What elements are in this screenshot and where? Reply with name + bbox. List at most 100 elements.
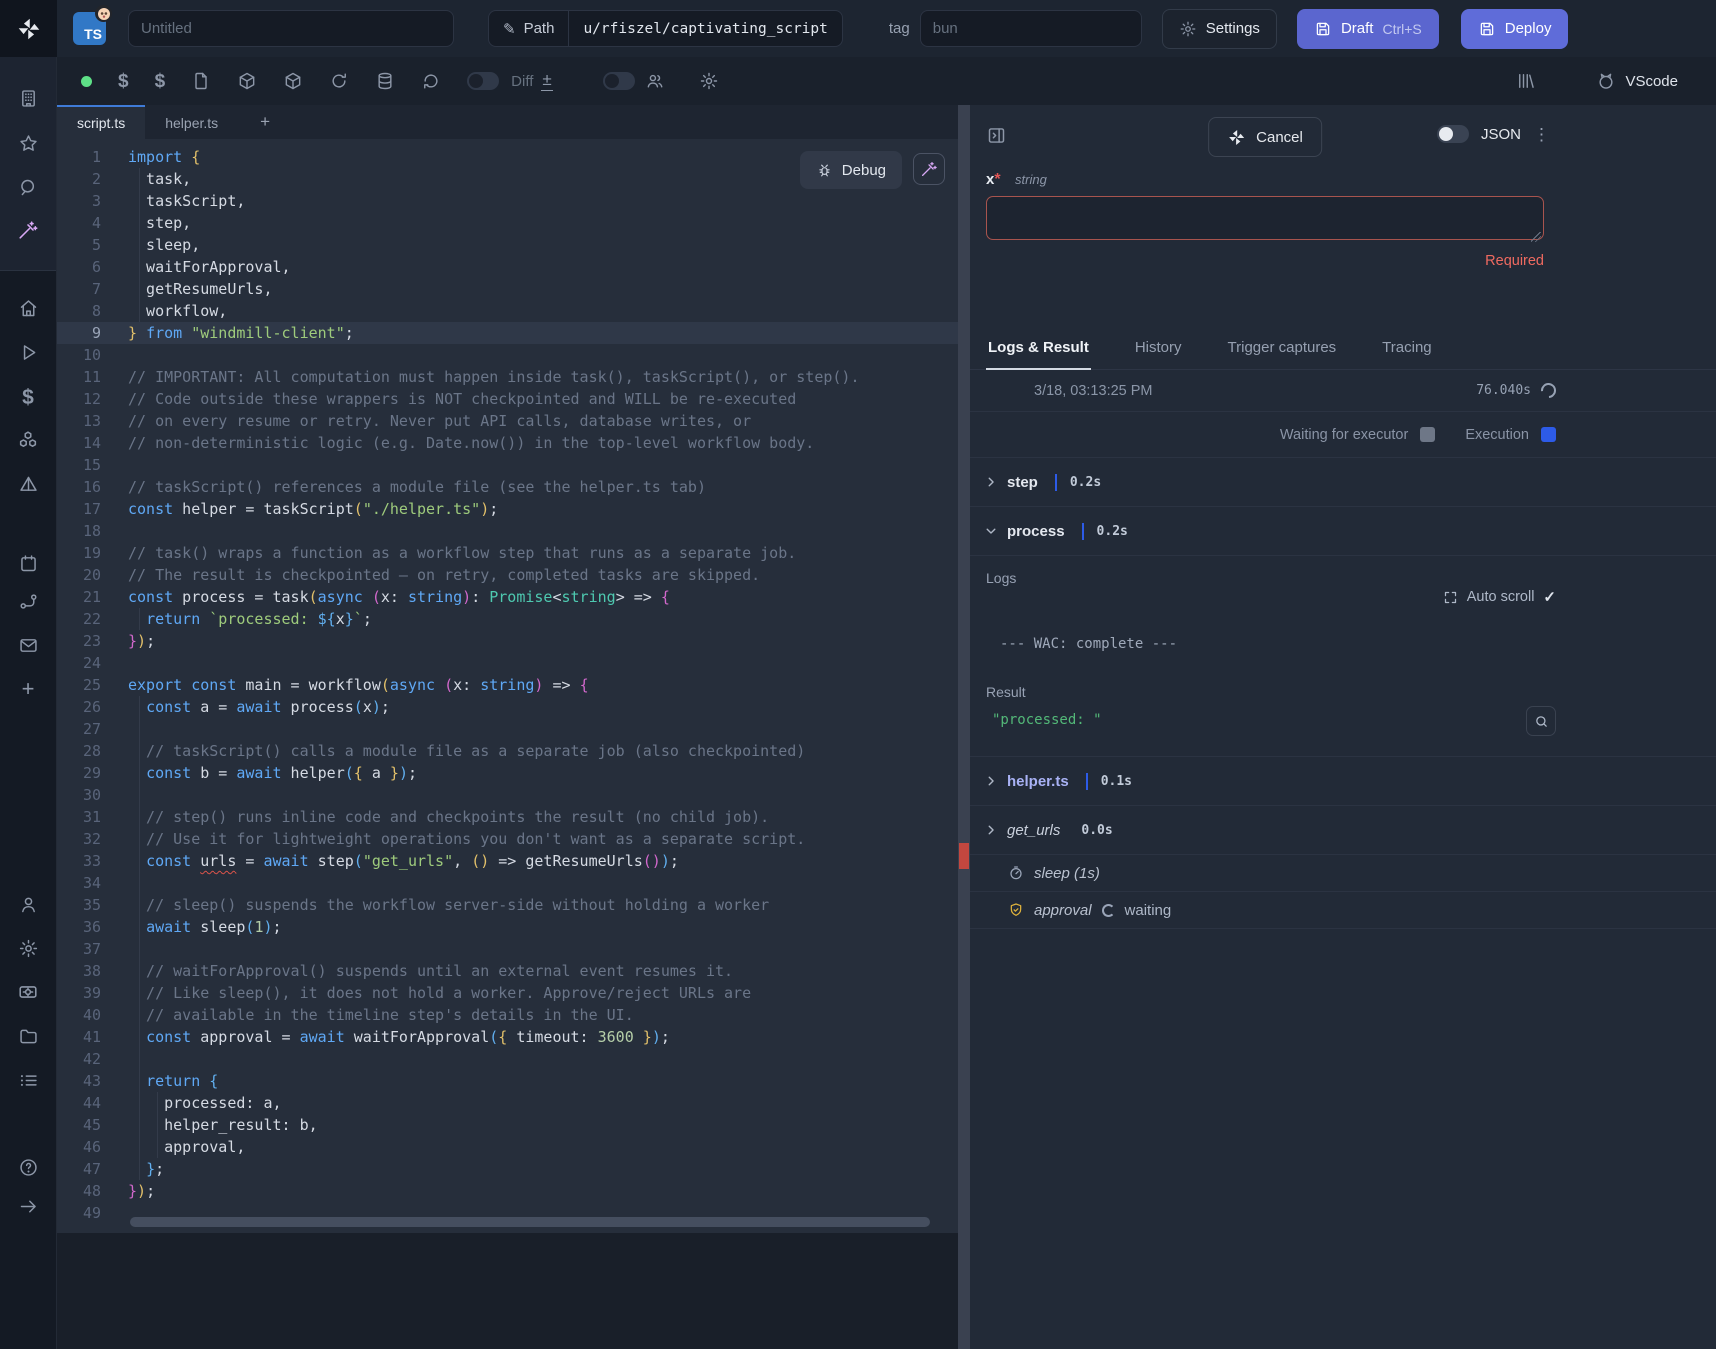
rotate-icon[interactable] — [329, 71, 349, 91]
tab-script-ts[interactable]: script.ts — [57, 105, 145, 139]
panel-expand-icon[interactable] — [986, 125, 1007, 146]
timer-icon — [1008, 865, 1024, 881]
execution-bar — [1055, 474, 1057, 491]
user-icon[interactable] — [0, 884, 56, 924]
split-divider[interactable] — [958, 105, 970, 1349]
run-summary-row[interactable]: 3/18, 03:13:25 PM 76.040s — [970, 370, 1716, 412]
script-title-input[interactable] — [128, 10, 454, 47]
helper-label: helper.ts — [1007, 773, 1069, 790]
plusminus-icon: ± — [541, 71, 552, 91]
get-urls-duration: 0.0s — [1081, 823, 1112, 838]
ai-wand-button[interactable] — [913, 153, 945, 185]
deploy-button[interactable]: Deploy — [1461, 9, 1569, 49]
database-icon[interactable] — [375, 71, 395, 91]
windmill-logo-icon[interactable] — [0, 0, 57, 57]
path-edit-button[interactable]: ✎ Path — [489, 11, 569, 46]
editor-bottom-area — [57, 1233, 958, 1349]
run-duration: 76.040s — [1476, 383, 1531, 398]
tab-history[interactable]: History — [1133, 329, 1184, 370]
magic-wand-icon[interactable] — [0, 210, 56, 250]
star-icon[interactable] — [0, 123, 56, 163]
magic-wand-icon — [920, 160, 938, 178]
execution-bar — [1086, 773, 1088, 790]
inspect-result-button[interactable] — [1526, 706, 1556, 736]
refresh-icon[interactable] — [421, 71, 441, 91]
workers-icon[interactable] — [0, 972, 56, 1012]
horizontal-scrollbar[interactable] — [130, 1217, 930, 1227]
windmill-script-editor: $ + TS ✎ Path u/rfiszel/captivating_scri… — [0, 0, 1716, 1349]
path-value[interactable]: u/rfiszel/captivating_script — [569, 21, 841, 37]
gear-icon[interactable] — [0, 928, 56, 968]
prism-icon[interactable] — [0, 464, 56, 504]
package-icon[interactable] — [237, 71, 257, 91]
header: TS ✎ Path u/rfiszel/captivating_script t… — [57, 0, 1716, 57]
cubes-icon[interactable] — [0, 420, 56, 460]
json-toggle[interactable] — [1437, 125, 1469, 143]
timeline-row-approval[interactable]: approval waiting — [970, 892, 1716, 929]
vscode-button[interactable]: VScode — [1596, 71, 1678, 91]
waiting-color-swatch — [1420, 427, 1435, 442]
route-icon[interactable] — [0, 581, 56, 621]
tab-tracing[interactable]: Tracing — [1380, 329, 1433, 370]
cat-icon — [1596, 71, 1616, 91]
timeline-row-sleep[interactable]: sleep (1s) — [970, 855, 1716, 892]
helper-duration: 0.1s — [1101, 774, 1132, 789]
status-dot — [81, 76, 92, 87]
error-overview-marker — [959, 843, 969, 869]
check-icon: ✓ — [1543, 588, 1556, 606]
kebab-menu-icon[interactable]: ⋮ — [1533, 126, 1550, 143]
timeline-row-process[interactable]: process 0.2s — [970, 507, 1716, 556]
expand-arrows-icon — [1443, 590, 1458, 605]
timeline-row-helper[interactable]: helper.ts 0.1s — [970, 757, 1716, 806]
run-timestamp: 3/18, 03:13:25 PM — [1034, 383, 1153, 399]
code-editor[interactable]: Debug 1import {2 task,3 taskScript,4 ste… — [57, 139, 958, 1233]
arrow-right-icon[interactable] — [0, 1186, 56, 1226]
dollar-icon[interactable]: $ — [118, 72, 129, 91]
editor-toolbar: $ $ Diff ± VScode — [57, 57, 1716, 105]
mail-icon[interactable] — [0, 625, 56, 665]
settings-button[interactable]: Settings — [1162, 9, 1277, 49]
help-icon[interactable] — [0, 1147, 56, 1187]
list-icon[interactable] — [0, 1060, 56, 1100]
building-icon[interactable] — [0, 78, 56, 118]
gear-icon[interactable] — [699, 71, 719, 91]
play-icon[interactable] — [0, 332, 56, 372]
bug-icon — [816, 162, 833, 179]
sidebar: $ + — [0, 0, 57, 1349]
sleep-label: sleep (1s) — [1034, 865, 1100, 882]
diff-toggle[interactable] — [467, 72, 499, 90]
pencil-icon: ✎ — [503, 20, 516, 38]
tab-trigger-captures[interactable]: Trigger captures — [1226, 329, 1339, 370]
autoscroll-control[interactable]: Auto scroll ✓ — [986, 588, 1556, 606]
calendar-icon[interactable] — [0, 543, 56, 583]
home-icon[interactable] — [0, 288, 56, 328]
preview-panel: Cancel JSON ⋮ x* string Required Logs & … — [970, 105, 1716, 1349]
execution-bar — [1082, 523, 1084, 540]
folder-icon[interactable] — [0, 1016, 56, 1056]
chevron-right-icon — [984, 774, 998, 788]
package-icon[interactable] — [283, 71, 303, 91]
draft-shortcut: Ctrl+S — [1382, 21, 1421, 37]
json-label: JSON — [1481, 126, 1521, 143]
file-icon[interactable] — [191, 71, 211, 91]
step-label: step — [1007, 474, 1038, 491]
collab-toggle[interactable] — [603, 72, 635, 90]
tab-logs-result[interactable]: Logs & Result — [986, 329, 1091, 370]
draft-button[interactable]: Draft Ctrl+S — [1297, 9, 1439, 49]
timeline-row-get-urls[interactable]: get_urls 0.0s — [970, 806, 1716, 855]
cancel-button[interactable]: Cancel — [1208, 117, 1322, 157]
dollar-icon[interactable]: $ — [155, 72, 166, 91]
approval-label: approval — [1034, 902, 1092, 919]
plus-icon[interactable]: + — [0, 669, 56, 709]
timeline-row-step[interactable]: step 0.2s — [970, 458, 1716, 507]
tab-helper-ts[interactable]: helper.ts — [145, 105, 238, 139]
tag-input[interactable] — [920, 10, 1142, 47]
new-tab-button[interactable]: + — [238, 105, 292, 139]
running-spinner-icon — [1538, 380, 1559, 401]
debug-button[interactable]: Debug — [800, 151, 902, 189]
process-label: process — [1007, 523, 1065, 540]
dollar-icon[interactable]: $ — [0, 377, 56, 417]
library-icon[interactable] — [1516, 71, 1536, 91]
search-icon[interactable] — [0, 167, 56, 207]
x-input[interactable] — [986, 196, 1544, 240]
